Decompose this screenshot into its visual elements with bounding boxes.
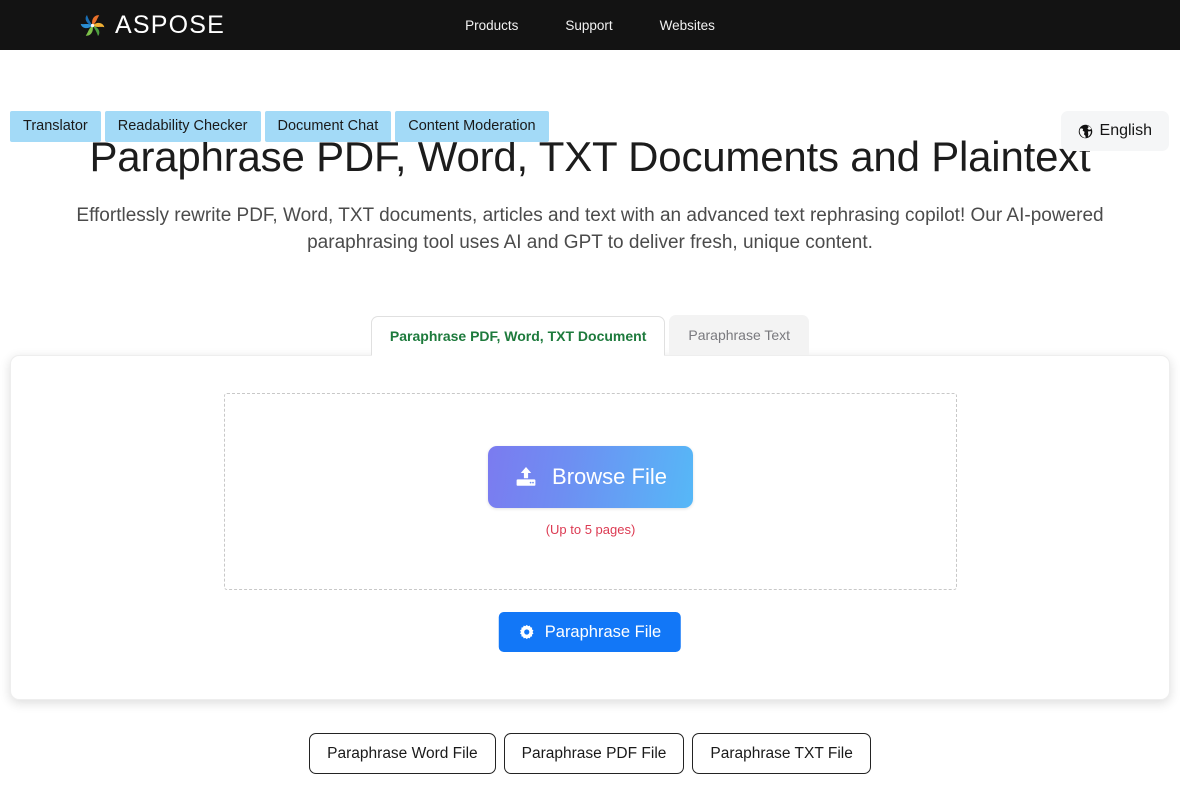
top-navigation: Products Support Websites	[0, 18, 1180, 33]
paraphrase-word-file-button[interactable]: Paraphrase Word File	[309, 733, 496, 775]
paraphrase-txt-file-button[interactable]: Paraphrase TXT File	[692, 733, 871, 775]
gear-icon	[520, 625, 534, 640]
nav-item-websites[interactable]: Websites	[660, 18, 715, 33]
page-subtitle: Effortlessly rewrite PDF, Word, TXT docu…	[76, 204, 1104, 254]
file-dropzone[interactable]: Browse File (Up to 5 pages)	[224, 393, 957, 591]
nav-item-products[interactable]: Products	[465, 18, 518, 33]
format-shortcut-row: Paraphrase Word File Paraphrase PDF File…	[0, 733, 1180, 775]
site-header: ASPOSE Products Support Websites	[0, 0, 1180, 50]
pill-content-moderation[interactable]: Content Moderation	[395, 111, 549, 142]
paraphrase-pdf-file-button[interactable]: Paraphrase PDF File	[503, 733, 685, 775]
browse-file-button[interactable]: Browse File	[488, 446, 693, 509]
tools-bar: Translator Readability Checker Document …	[0, 50, 1180, 151]
paraphrase-file-label: Paraphrase File	[544, 622, 662, 641]
nav-item-support[interactable]: Support	[565, 18, 612, 33]
globe-icon	[1078, 124, 1092, 138]
tool-pill-group: Translator Readability Checker Document …	[10, 111, 549, 142]
language-label: English	[1099, 122, 1152, 139]
paraphrase-file-button[interactable]: Paraphrase File	[498, 612, 682, 653]
tab-bar: Paraphrase PDF, Word, TXT Document Parap…	[0, 315, 1180, 357]
language-selector-button[interactable]: English	[1060, 111, 1169, 151]
upload-card: Browse File (Up to 5 pages) Paraphrase F…	[10, 355, 1170, 701]
pill-readability-checker[interactable]: Readability Checker	[104, 111, 261, 142]
tab-paraphrase-text[interactable]: Paraphrase Text	[669, 315, 810, 356]
browse-file-label: Browse File	[552, 464, 667, 490]
tab-paraphrase-document[interactable]: Paraphrase PDF, Word, TXT Document	[370, 316, 666, 357]
page-limit-hint: (Up to 5 pages)	[545, 522, 636, 538]
pill-document-chat[interactable]: Document Chat	[264, 111, 392, 142]
pill-translator[interactable]: Translator	[10, 111, 101, 142]
file-upload-icon	[516, 467, 536, 487]
